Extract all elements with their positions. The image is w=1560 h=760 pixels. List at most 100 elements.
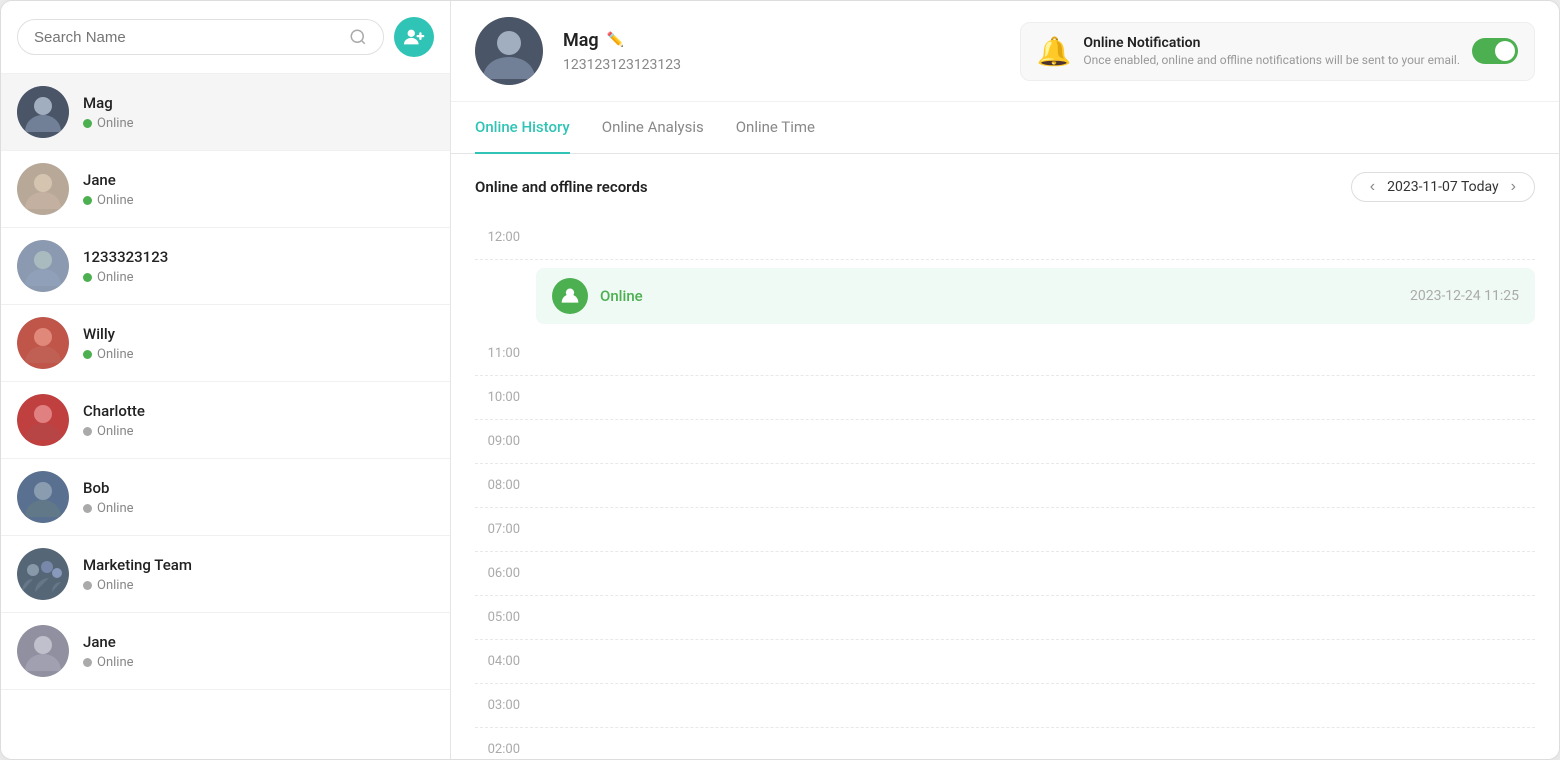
time-row: 09:00 xyxy=(475,420,1535,464)
toggle-slider xyxy=(1472,38,1518,64)
main-content: Mag ✏️ 123123123123123 🔔 Online Notifica… xyxy=(451,1,1559,759)
timeline-content: 12:00 Online 2023-12-24 11:25 xyxy=(451,216,1559,759)
add-user-button[interactable] xyxy=(394,17,434,57)
status-dot-online xyxy=(83,273,92,282)
tab-online-analysis[interactable]: Online Analysis xyxy=(602,102,704,154)
time-label: 06:00 xyxy=(475,566,520,581)
contact-item[interactable]: Bob Online xyxy=(1,459,450,536)
time-label: 03:00 xyxy=(475,698,520,713)
contact-item[interactable]: Mag Online xyxy=(1,74,450,151)
contact-name: Mag xyxy=(83,94,134,112)
bell-icon: 🔔 xyxy=(1037,35,1072,68)
contact-item[interactable]: Marketing Team Online xyxy=(1,536,450,613)
contact-status: Online xyxy=(83,655,134,670)
contact-info: Marketing Team Online xyxy=(83,556,192,593)
person-icon xyxy=(560,286,580,306)
avatar xyxy=(17,548,69,600)
add-user-icon xyxy=(403,26,425,48)
time-line xyxy=(536,705,1535,706)
profile-id: 123123123123123 xyxy=(563,57,1000,73)
contact-info: Jane Online xyxy=(83,633,134,670)
time-line xyxy=(536,485,1535,486)
date-next-button[interactable]: › xyxy=(1507,179,1520,195)
contact-item[interactable]: Willy Online xyxy=(1,305,450,382)
avatar xyxy=(17,86,69,138)
time-line xyxy=(536,353,1535,354)
contact-status: Online xyxy=(83,193,134,208)
time-row: 12:00 xyxy=(475,216,1535,260)
contact-list: Mag Online Jane Online xyxy=(1,74,450,759)
time-label: 11:00 xyxy=(475,346,520,361)
online-event-icon xyxy=(552,278,588,314)
status-dot-online xyxy=(83,350,92,359)
time-row: 03:00 xyxy=(475,684,1535,728)
tab-online-time[interactable]: Online Time xyxy=(736,102,815,154)
main-header: Mag ✏️ 123123123123123 🔔 Online Notifica… xyxy=(451,1,1559,102)
online-event-time: 2023-12-24 11:25 xyxy=(1410,288,1519,304)
contact-status: Online xyxy=(83,424,145,439)
time-row: 02:00 xyxy=(475,728,1535,759)
tab-bar: Online History Online Analysis Online Ti… xyxy=(451,102,1559,154)
contact-info: Charlotte Online xyxy=(83,402,145,439)
time-row: 10:00 xyxy=(475,376,1535,420)
contact-name: Bob xyxy=(83,479,134,497)
contact-info: Jane Online xyxy=(83,171,134,208)
contact-info: Mag Online xyxy=(83,94,134,131)
contact-status: Online xyxy=(83,116,134,131)
search-input[interactable] xyxy=(34,29,341,46)
profile-name: Mag xyxy=(563,30,599,51)
contact-info: 1233323123 Online xyxy=(83,248,168,285)
contact-name: Willy xyxy=(83,325,134,343)
notification-toggle[interactable] xyxy=(1472,38,1518,64)
online-event-row: Online 2023-12-24 11:25 xyxy=(536,268,1535,324)
contact-item[interactable]: 1233323123 Online xyxy=(1,228,450,305)
avatar xyxy=(17,625,69,677)
status-dot-online xyxy=(83,119,92,128)
time-row: 08:00 xyxy=(475,464,1535,508)
contact-info: Bob Online xyxy=(83,479,134,516)
time-label: 07:00 xyxy=(475,522,520,537)
time-label: 12:00 xyxy=(475,230,520,245)
search-bar xyxy=(1,1,450,74)
edit-icon[interactable]: ✏️ xyxy=(607,32,624,48)
profile-avatar xyxy=(475,17,543,85)
status-dot-offline xyxy=(83,504,92,513)
time-label: 10:00 xyxy=(475,390,520,405)
time-label: 04:00 xyxy=(475,654,520,669)
avatar xyxy=(17,471,69,523)
contact-name: Charlotte xyxy=(83,402,145,420)
time-line xyxy=(536,749,1535,750)
date-prev-button[interactable]: ‹ xyxy=(1366,179,1379,195)
time-line xyxy=(536,237,1535,238)
contact-name: 1233323123 xyxy=(83,248,168,266)
notification-text: Online Notification Once enabled, online… xyxy=(1083,35,1460,67)
search-input-wrap[interactable] xyxy=(17,19,384,55)
contact-info: Willy Online xyxy=(83,325,134,362)
time-line xyxy=(536,573,1535,574)
records-header: Online and offline records ‹ 2023-11-07 … xyxy=(451,154,1559,216)
tab-online-history[interactable]: Online History xyxy=(475,102,570,154)
date-label: 2023-11-07 Today xyxy=(1387,179,1499,195)
contact-item[interactable]: Jane Online xyxy=(1,151,450,228)
notification-title: Online Notification xyxy=(1083,35,1460,51)
contact-item[interactable]: Charlotte Online xyxy=(1,382,450,459)
contact-item[interactable]: Jane Online xyxy=(1,613,450,690)
time-row: 07:00 xyxy=(475,508,1535,552)
contact-status: Online xyxy=(83,347,134,362)
contact-status: Online xyxy=(83,578,192,593)
time-label: 02:00 xyxy=(475,742,520,757)
contact-status: Online xyxy=(83,501,134,516)
time-row: 06:00 xyxy=(475,552,1535,596)
time-line xyxy=(536,441,1535,442)
time-label: 09:00 xyxy=(475,434,520,449)
avatar xyxy=(17,317,69,369)
online-event-label: Online xyxy=(600,287,1398,305)
time-line xyxy=(536,617,1535,618)
status-dot-offline xyxy=(83,581,92,590)
time-row: 05:00 xyxy=(475,596,1535,640)
profile-info: Mag ✏️ 123123123123123 xyxy=(563,30,1000,73)
notification-box: 🔔 Online Notification Once enabled, onli… xyxy=(1020,22,1535,81)
time-row: 04:00 xyxy=(475,640,1535,684)
notification-description: Once enabled, online and offline notific… xyxy=(1083,53,1460,67)
profile-name-row: Mag ✏️ xyxy=(563,30,1000,51)
